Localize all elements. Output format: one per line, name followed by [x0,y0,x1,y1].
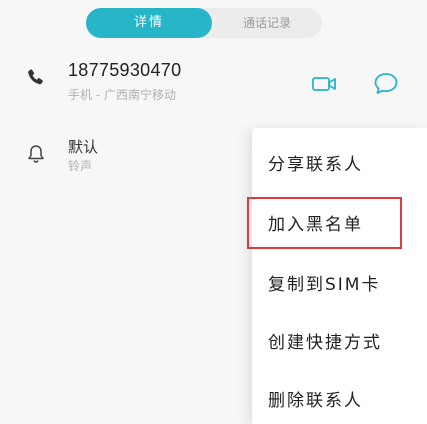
message-icon[interactable] [372,70,400,98]
tab-details[interactable]: 详情 [86,8,212,38]
overflow-menu: 分享联系人 加入黑名单 复制到SIM卡 创建快捷方式 删除联系人 [252,128,427,424]
phone-number[interactable]: 18775930470 [68,60,181,81]
menu-item-copy-to-sim[interactable]: 复制到SIM卡 [268,270,380,295]
phone-location: 手机 - 广西南宁移动 [68,88,176,102]
menu-item-share-contact[interactable]: 分享联系人 [268,150,363,175]
tab-bar: 详情 通话记录 [86,8,322,38]
tab-call-log[interactable]: 通话记录 [212,8,322,38]
ringtone-subtitle: 铃声 [68,159,93,173]
phone-icon [24,66,48,90]
menu-item-create-shortcut[interactable]: 创建快捷方式 [268,328,382,353]
video-call-icon[interactable] [310,70,338,98]
highlight-annotation [247,197,402,249]
contact-detail-screen: 详情 通话记录 18775930470 手机 - 广西南宁移动 默认 铃声 分享… [0,0,427,424]
menu-item-delete-contact[interactable]: 删除联系人 [268,386,363,411]
bell-icon [24,142,48,166]
ringtone-label[interactable]: 默认 [68,136,98,157]
